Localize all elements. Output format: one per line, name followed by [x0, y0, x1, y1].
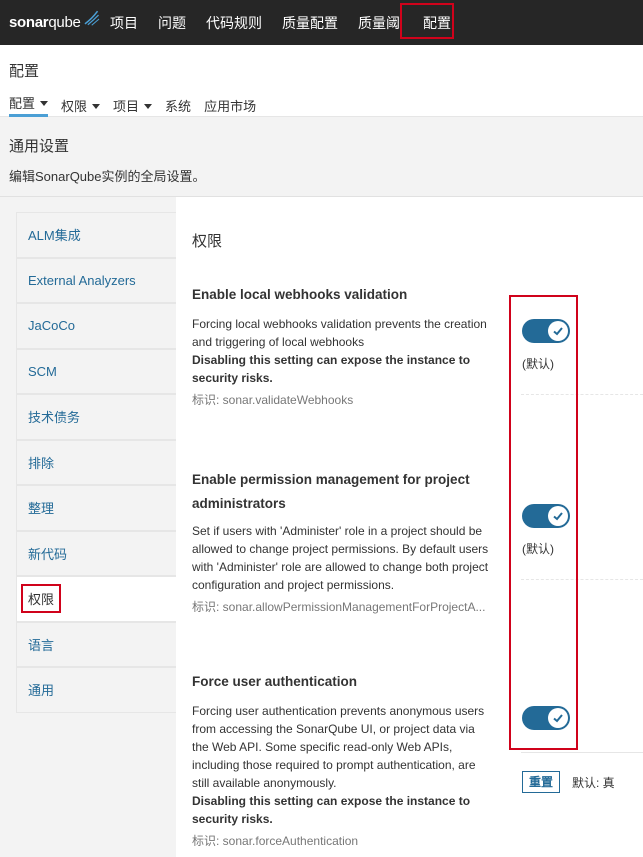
- settings-title: 通用设置: [9, 138, 70, 155]
- setting-title: Force user authentication: [192, 674, 358, 689]
- sonarqube-logo[interactable]: sonarqube: [0, 0, 100, 45]
- setting-description: Set if users with 'Administer' role in a…: [192, 524, 489, 592]
- page-title: 配置: [9, 63, 40, 80]
- setting-force-authentication: Force user authentication Forcing user a…: [192, 670, 492, 849]
- admin-subnav: 配置 权限 项目 系统 应用市场: [9, 93, 269, 117]
- sidebar-item-housekeeping[interactable]: 整理: [16, 485, 176, 531]
- setting-description: Forcing local webhooks validation preven…: [192, 317, 487, 349]
- subnav-label: 系统: [165, 98, 192, 114]
- sidebar-item-technical-debt[interactable]: 技术债务: [16, 394, 176, 440]
- sidebar-item-exclusions[interactable]: 排除: [16, 439, 176, 485]
- sidebar-item-scm[interactable]: SCM: [16, 348, 176, 394]
- setting-description: Forcing user authentication prevents ano…: [192, 704, 485, 790]
- subnav-projects[interactable]: 项目: [113, 93, 153, 117]
- setting-permission-management: Enable permission management for project…: [192, 468, 492, 615]
- subnav-label: 权限: [61, 98, 88, 114]
- nav-issues[interactable]: 问题: [148, 0, 196, 45]
- caret-down-icon: [144, 103, 153, 109]
- subnav-marketplace[interactable]: 应用市场: [204, 93, 256, 117]
- nav-projects[interactable]: 项目: [100, 0, 148, 45]
- category-heading: 权限: [192, 233, 223, 250]
- logo-text-main: sonar: [9, 14, 49, 31]
- caret-down-icon: [92, 103, 101, 109]
- nav-quality-profiles[interactable]: 质量配置: [272, 0, 348, 45]
- setting-warning: Disabling this setting can expose the in…: [192, 794, 471, 826]
- sidebar-item-external-analyzers[interactable]: External Analyzers: [16, 257, 176, 303]
- sidebar-item-jacoco[interactable]: JaCoCo: [16, 303, 176, 349]
- caret-down-icon: [40, 101, 49, 106]
- sonar-waves-icon: [84, 10, 99, 26]
- setting-title: Enable local webhooks validation: [192, 287, 408, 302]
- top-navbar: sonarqube 项目 问题 代码规则 质量配置 质量阈 配置: [0, 0, 643, 45]
- logo-text-suffix: qube: [48, 14, 81, 31]
- highlight-box-admin-nav: [400, 3, 454, 39]
- default-value-text: 默认: 真: [572, 776, 615, 790]
- subnav-label: 项目: [113, 98, 140, 114]
- sidebar-item-alm[interactable]: ALM集成: [16, 212, 176, 258]
- setting-key: 标识: sonar.forceAuthentication: [192, 834, 359, 848]
- subnav-label: 配置: [9, 96, 36, 111]
- separator: [521, 752, 643, 753]
- sidebar-item-new-code[interactable]: 新代码: [16, 530, 176, 576]
- subnav-security[interactable]: 权限: [61, 93, 101, 117]
- setting-title: Enable permission management for project…: [192, 472, 470, 511]
- setting-validate-webhooks: Enable local webhooks validation Forcing…: [192, 283, 492, 408]
- category-sidebar: ALM集成 External Analyzers JaCoCo SCM 技术债务…: [16, 212, 176, 713]
- highlight-box-toggles: [509, 295, 578, 750]
- page-header: 配置 配置 权限 项目 系统 应用市场: [0, 45, 643, 117]
- sidebar-item-general[interactable]: 通用: [16, 667, 176, 713]
- reset-button[interactable]: 重置: [522, 771, 561, 793]
- highlight-box-security-category: [21, 584, 61, 613]
- setting-warning: Disabling this setting can expose the in…: [192, 353, 471, 385]
- sidebar-item-languages[interactable]: 语言: [16, 621, 176, 667]
- subnav-configuration[interactable]: 配置: [9, 93, 49, 117]
- setting-key: 标识: sonar.validateWebhooks: [192, 393, 354, 407]
- settings-description: 编辑SonarQube实例的全局设置。: [9, 169, 206, 184]
- nav-rules[interactable]: 代码规则: [196, 0, 272, 45]
- subnav-system[interactable]: 系统: [165, 93, 191, 117]
- setting-key: 标识: sonar.allowPermissionManagementForPr…: [192, 600, 486, 614]
- subnav-label: 应用市场: [204, 98, 257, 114]
